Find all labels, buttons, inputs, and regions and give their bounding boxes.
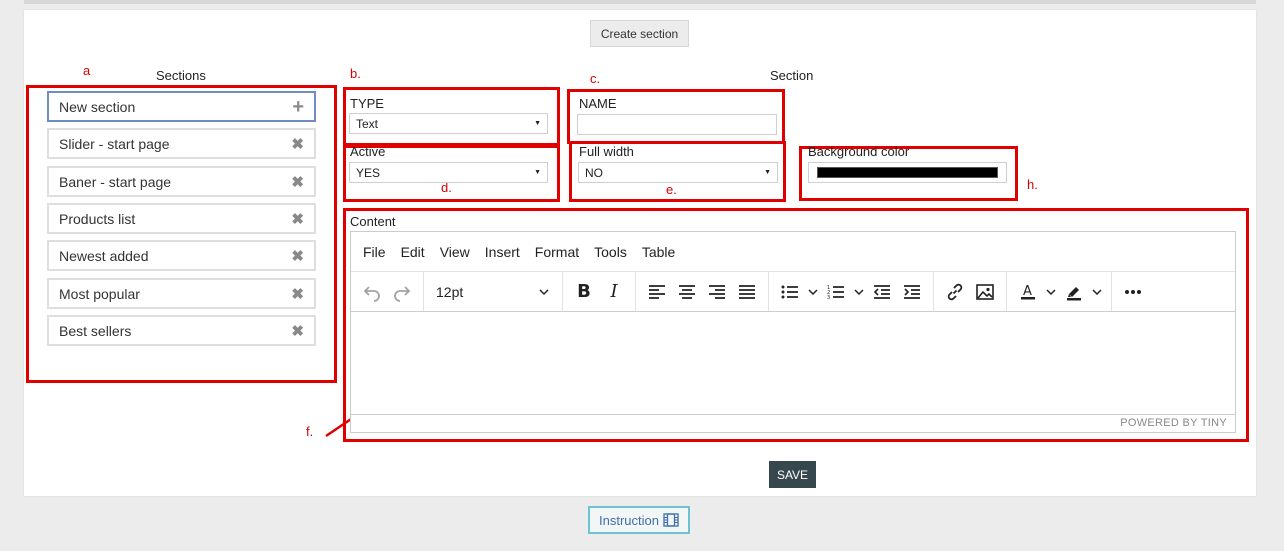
editor-statusbar[interactable]: POWERED BY TINY <box>351 414 1235 432</box>
text-style-group: B I <box>563 272 636 311</box>
italic-icon[interactable]: I <box>599 277 629 307</box>
full-width-select[interactable]: NO ▼ <box>578 162 778 183</box>
close-icon[interactable]: ✖ <box>291 210 304 228</box>
name-input[interactable] <box>577 114 777 135</box>
editor-menubar: File Edit View Insert Format Tools Table <box>351 232 1235 272</box>
section-item-label: Baner - start page <box>59 173 172 190</box>
insert-group <box>934 272 1007 311</box>
font-size-value: 12pt <box>436 283 464 300</box>
background-color-picker[interactable] <box>808 162 1007 183</box>
annotation-f: f. <box>306 424 314 439</box>
section-item-label: Products list <box>59 210 136 227</box>
list-group: 123 <box>769 272 934 311</box>
background-color-label: Background color <box>808 144 910 159</box>
chevron-down-icon[interactable] <box>1043 277 1059 307</box>
sections-heading: Sections <box>156 68 206 83</box>
align-justify-icon[interactable] <box>732 277 762 307</box>
dropdown-arrow-icon: ▼ <box>764 169 771 176</box>
active-select[interactable]: YES ▼ <box>349 162 548 183</box>
save-button[interactable]: SAVE <box>769 461 816 488</box>
full-width-select-value: NO <box>585 165 603 180</box>
close-icon[interactable]: ✖ <box>291 247 304 265</box>
chevron-down-icon <box>539 288 549 295</box>
create-section-button[interactable]: Create section <box>590 20 689 47</box>
annotation-c: c. <box>590 71 601 86</box>
annotation-b: b. <box>350 66 361 81</box>
chevron-down-icon[interactable] <box>805 277 821 307</box>
redo-icon[interactable] <box>387 277 417 307</box>
rich-text-editor: File Edit View Insert Format Tools Table… <box>350 231 1236 433</box>
bold-icon[interactable]: B <box>569 277 599 307</box>
numbered-list-icon[interactable]: 123 <box>821 277 851 307</box>
section-item[interactable]: Most popular ✖ <box>47 278 316 309</box>
indent-icon[interactable] <box>897 277 927 307</box>
section-item[interactable]: Slider - start page ✖ <box>47 128 316 159</box>
close-icon[interactable]: ✖ <box>291 285 304 303</box>
more-group <box>1112 272 1154 311</box>
plus-icon[interactable]: + <box>292 97 304 117</box>
align-right-icon[interactable] <box>702 277 732 307</box>
align-left-icon[interactable] <box>642 277 672 307</box>
section-item-label: New section <box>59 98 136 115</box>
type-label: TYPE <box>350 96 384 111</box>
section-item-new[interactable]: New section + <box>47 91 316 122</box>
annotation-h: h. <box>1027 177 1038 192</box>
active-select-value: YES <box>356 165 381 180</box>
section-item-label: Most popular <box>59 285 140 302</box>
highlight-color-icon[interactable] <box>1059 277 1089 307</box>
editor-toolbar: 12pt B I 1 2 3 A <box>351 272 1235 312</box>
close-icon[interactable]: ✖ <box>291 322 304 340</box>
align-center-icon[interactable] <box>672 277 702 307</box>
more-icon[interactable] <box>1118 277 1148 307</box>
name-label: NAME <box>579 96 617 111</box>
menu-file[interactable]: File <box>363 244 386 260</box>
dropdown-arrow-icon: ▼ <box>534 169 541 176</box>
instruction-button[interactable]: Instruction <box>588 506 690 534</box>
menu-table[interactable]: Table <box>642 244 675 260</box>
close-icon[interactable]: ✖ <box>291 135 304 153</box>
section-item-label: Best sellers <box>59 322 132 339</box>
link-icon[interactable] <box>940 277 970 307</box>
color-group: A <box>1007 272 1112 311</box>
image-icon[interactable] <box>970 277 1000 307</box>
section-item[interactable]: Products list ✖ <box>47 203 316 234</box>
editor-content-area[interactable] <box>351 312 1235 416</box>
history-group <box>351 272 424 311</box>
menu-edit[interactable]: Edit <box>401 244 425 260</box>
dropdown-arrow-icon: ▼ <box>534 120 541 127</box>
alignment-group <box>636 272 769 311</box>
menu-view[interactable]: View <box>440 244 470 260</box>
bullet-list-icon[interactable] <box>775 277 805 307</box>
section-item-label: Slider - start page <box>59 135 170 152</box>
section-item[interactable]: Best sellers ✖ <box>47 315 316 346</box>
film-icon <box>663 513 679 527</box>
content-label: Content <box>350 214 396 229</box>
color-swatch <box>817 167 998 178</box>
chevron-down-icon[interactable] <box>1089 277 1105 307</box>
annotation-a: a <box>83 63 91 78</box>
section-heading: Section <box>770 68 814 83</box>
text-color-icon[interactable]: A <box>1013 277 1043 307</box>
section-item[interactable]: Newest added ✖ <box>47 240 316 271</box>
instruction-label: Instruction <box>599 512 659 528</box>
undo-icon[interactable] <box>357 277 387 307</box>
type-select-value: Text <box>356 116 379 131</box>
type-select[interactable]: Text ▼ <box>349 113 548 134</box>
section-item-label: Newest added <box>59 247 149 264</box>
outdent-icon[interactable] <box>867 277 897 307</box>
font-size-select[interactable]: 12pt <box>430 277 556 307</box>
section-item[interactable]: Baner - start page ✖ <box>47 166 316 197</box>
active-label: Active <box>350 144 386 159</box>
menu-insert[interactable]: Insert <box>485 244 520 260</box>
svg-text:A: A <box>1023 284 1032 299</box>
menu-tools[interactable]: Tools <box>594 244 627 260</box>
menu-format[interactable]: Format <box>535 244 579 260</box>
top-bar <box>24 0 1256 4</box>
chevron-down-icon[interactable] <box>851 277 867 307</box>
svg-text:3: 3 <box>827 295 830 300</box>
full-width-label: Full width <box>579 144 634 159</box>
font-size-group: 12pt <box>424 272 563 311</box>
close-icon[interactable]: ✖ <box>291 173 304 191</box>
